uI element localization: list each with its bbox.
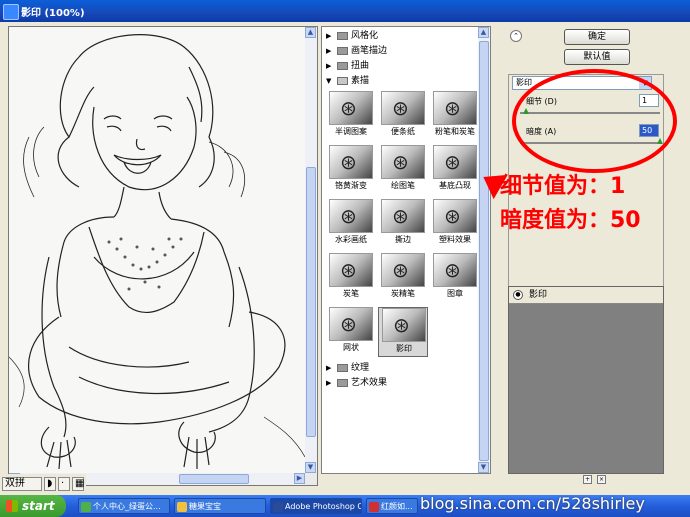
category-row[interactable]: ▶ 风格化 <box>322 29 490 43</box>
category-row[interactable]: ▶ 画笔描边 <box>322 44 490 58</box>
filter-thumb[interactable]: ⊛ 绘图笔 <box>378 145 428 195</box>
preview-image[interactable] <box>9 27 305 473</box>
scroll-up-icon[interactable]: ▲ <box>305 27 316 38</box>
expand-arrow-icon[interactable]: ▶ <box>326 29 331 43</box>
folder-icon <box>337 32 348 40</box>
scroll-down-icon[interactable]: ▼ <box>305 462 316 473</box>
filter-preview-icon: ⊛ <box>329 91 373 125</box>
filter-preview-icon: ⊛ <box>433 253 477 287</box>
scroll-right-icon[interactable]: ▶ <box>294 473 305 484</box>
filter-thumb[interactable]: ⊛ 便条纸 <box>378 91 428 141</box>
default-button[interactable]: 默认值 <box>564 49 630 65</box>
filter-thumb[interactable]: ⊛ 塑料效果 <box>430 199 480 249</box>
moon-icon[interactable]: ◗ <box>44 477 56 491</box>
window-titlebar: 影印 (100%) <box>0 0 690 22</box>
filter-thumb[interactable]: ⊛ 炭笔 <box>326 253 376 303</box>
filter-preview-icon: ⊛ <box>433 199 477 233</box>
expand-arrow-icon[interactable]: ▶ <box>326 376 331 390</box>
gallery-vscroll-thumb[interactable] <box>479 41 489 461</box>
ime-indicator[interactable]: 双拼 <box>2 477 42 491</box>
keyboard-icon[interactable]: ▦ <box>72 477 84 491</box>
preview-panel[interactable]: ▲ ▼ ◀ ▶ <box>8 26 318 486</box>
filter-preview-icon: ⊛ <box>382 308 426 342</box>
filter-preview-icon: ⊛ <box>381 199 425 233</box>
filter-preview-icon: ⊛ <box>329 307 373 341</box>
new-effect-layer-icon[interactable]: + <box>583 475 592 484</box>
open-folder-icon <box>337 77 348 85</box>
filter-thumb-selected[interactable]: ⊛ 影印 <box>378 307 428 357</box>
filter-preview-icon: ⊛ <box>433 91 477 125</box>
filter-preview-icon: ⊛ <box>433 145 477 179</box>
sketch-image <box>9 34 305 470</box>
taskbar-item[interactable]: 糖果宝宝 <box>174 498 266 514</box>
filter-preview-icon: ⊛ <box>329 253 373 287</box>
folder-icon <box>337 379 348 387</box>
category-row[interactable]: ▶ 扭曲 <box>322 59 490 73</box>
scroll-up-icon[interactable]: ▲ <box>478 27 489 38</box>
taskbar-item-active[interactable]: Adobe Photoshop C... <box>270 498 362 514</box>
settings-panel: ⌃ 确定 默认值 影印 ▼ 细节 (D) 1 暗度 (A) 50 ● 影印 + … <box>498 22 684 495</box>
filter-preview-icon: ⊛ <box>329 199 373 233</box>
effect-layer-label: 影印 <box>529 290 548 300</box>
category-row-expanded[interactable]: ▼ 素描 <box>322 74 490 88</box>
effect-layers-panel: ● 影印 <box>508 286 664 474</box>
filter-preview-icon: ⊛ <box>381 145 425 179</box>
filter-thumb[interactable]: ⊛ 网状 <box>326 307 376 357</box>
annotation-ellipse <box>512 69 677 173</box>
folder-icon <box>337 47 348 55</box>
category-row[interactable]: ▶ 纹理 <box>322 361 490 375</box>
expand-arrow-icon[interactable]: ▶ <box>326 44 331 58</box>
preview-vscroll-thumb[interactable] <box>306 167 316 437</box>
annotation-line1: 细节值为：1 <box>500 174 626 199</box>
taskbar-item[interactable]: 红颜如... <box>366 498 418 514</box>
filter-select-value: 影印 <box>516 78 532 87</box>
collapse-arrow-icon[interactable]: ▼ <box>326 74 331 88</box>
window-title: 影印 (100%) <box>21 8 85 19</box>
folder-icon <box>337 364 348 372</box>
filter-thumb[interactable]: ⊛ 图章 <box>430 253 480 303</box>
delete-effect-layer-icon[interactable]: × <box>597 475 606 484</box>
start-button[interactable]: start <box>0 495 66 517</box>
expand-arrow-icon[interactable]: ▶ <box>326 59 331 73</box>
watermark: blog.sina.com.cn/528shirley <box>420 494 645 513</box>
category-row[interactable]: ▶ 艺术效果 <box>322 376 490 390</box>
folder-icon <box>177 502 187 512</box>
collapse-gallery-icon[interactable]: ⌃ <box>510 30 522 42</box>
filter-preview-icon: ⊛ <box>329 145 373 179</box>
filter-preview-icon: ⊛ <box>381 91 425 125</box>
eye-icon[interactable]: ● <box>513 290 523 300</box>
expand-arrow-icon[interactable]: ▶ <box>326 361 331 375</box>
ime-text: 双拼 <box>5 478 25 489</box>
app-icon <box>3 4 19 20</box>
taskbar-item[interactable]: 个人中心_绿蛋公... <box>78 498 170 514</box>
gallery-vertical-scrollbar[interactable]: ▲ ▼ <box>478 27 490 473</box>
preview-vertical-scrollbar[interactable]: ▲ ▼ <box>305 27 317 473</box>
filter-preview-icon: ⊛ <box>381 253 425 287</box>
ok-button[interactable]: 确定 <box>564 29 630 45</box>
punctuation-icon[interactable]: · <box>58 477 70 491</box>
filter-thumb[interactable]: ⊛ 水彩画纸 <box>326 199 376 249</box>
filter-thumb[interactable]: ⊛ 半调图案 <box>326 91 376 141</box>
filter-thumb[interactable]: ⊛ 炭精笔 <box>378 253 428 303</box>
app-icon <box>369 502 379 512</box>
annotation-line2: 暗度值为：50 <box>500 208 641 233</box>
zoom-bar: 双拼 ◗ · ▦ <box>0 474 86 494</box>
filter-gallery-list: ▶ 风格化 ▶ 画笔描边 ▶ 扭曲 ▼ 素描 ⊛ 半调图案 ⊛ 便条纸 ⊛ 粉笔和炭笔… <box>321 26 491 474</box>
filter-gallery-dialog: ▲ ▼ ◀ ▶ 双拼 ◗ · ▦ ▶ 风格化 ▶ 画笔描边 ▶ 扭曲 ▼ <box>0 22 690 495</box>
preview-hscroll-thumb[interactable] <box>179 474 249 484</box>
filter-thumb[interactable]: ⊛ 粉笔和炭笔 <box>430 91 480 141</box>
folder-icon <box>337 62 348 70</box>
windows-logo-icon <box>6 500 18 512</box>
scroll-down-icon[interactable]: ▼ <box>478 462 489 473</box>
filter-thumb[interactable]: ⊛ 铬黄渐变 <box>326 145 376 195</box>
effect-layer-row[interactable]: ● 影印 <box>509 287 663 304</box>
filter-thumb[interactable]: ⊛ 基底凸现 <box>430 145 480 195</box>
filter-thumb[interactable]: ⊛ 撕边 <box>378 199 428 249</box>
photoshop-icon <box>273 502 283 512</box>
browser-icon <box>81 502 91 512</box>
